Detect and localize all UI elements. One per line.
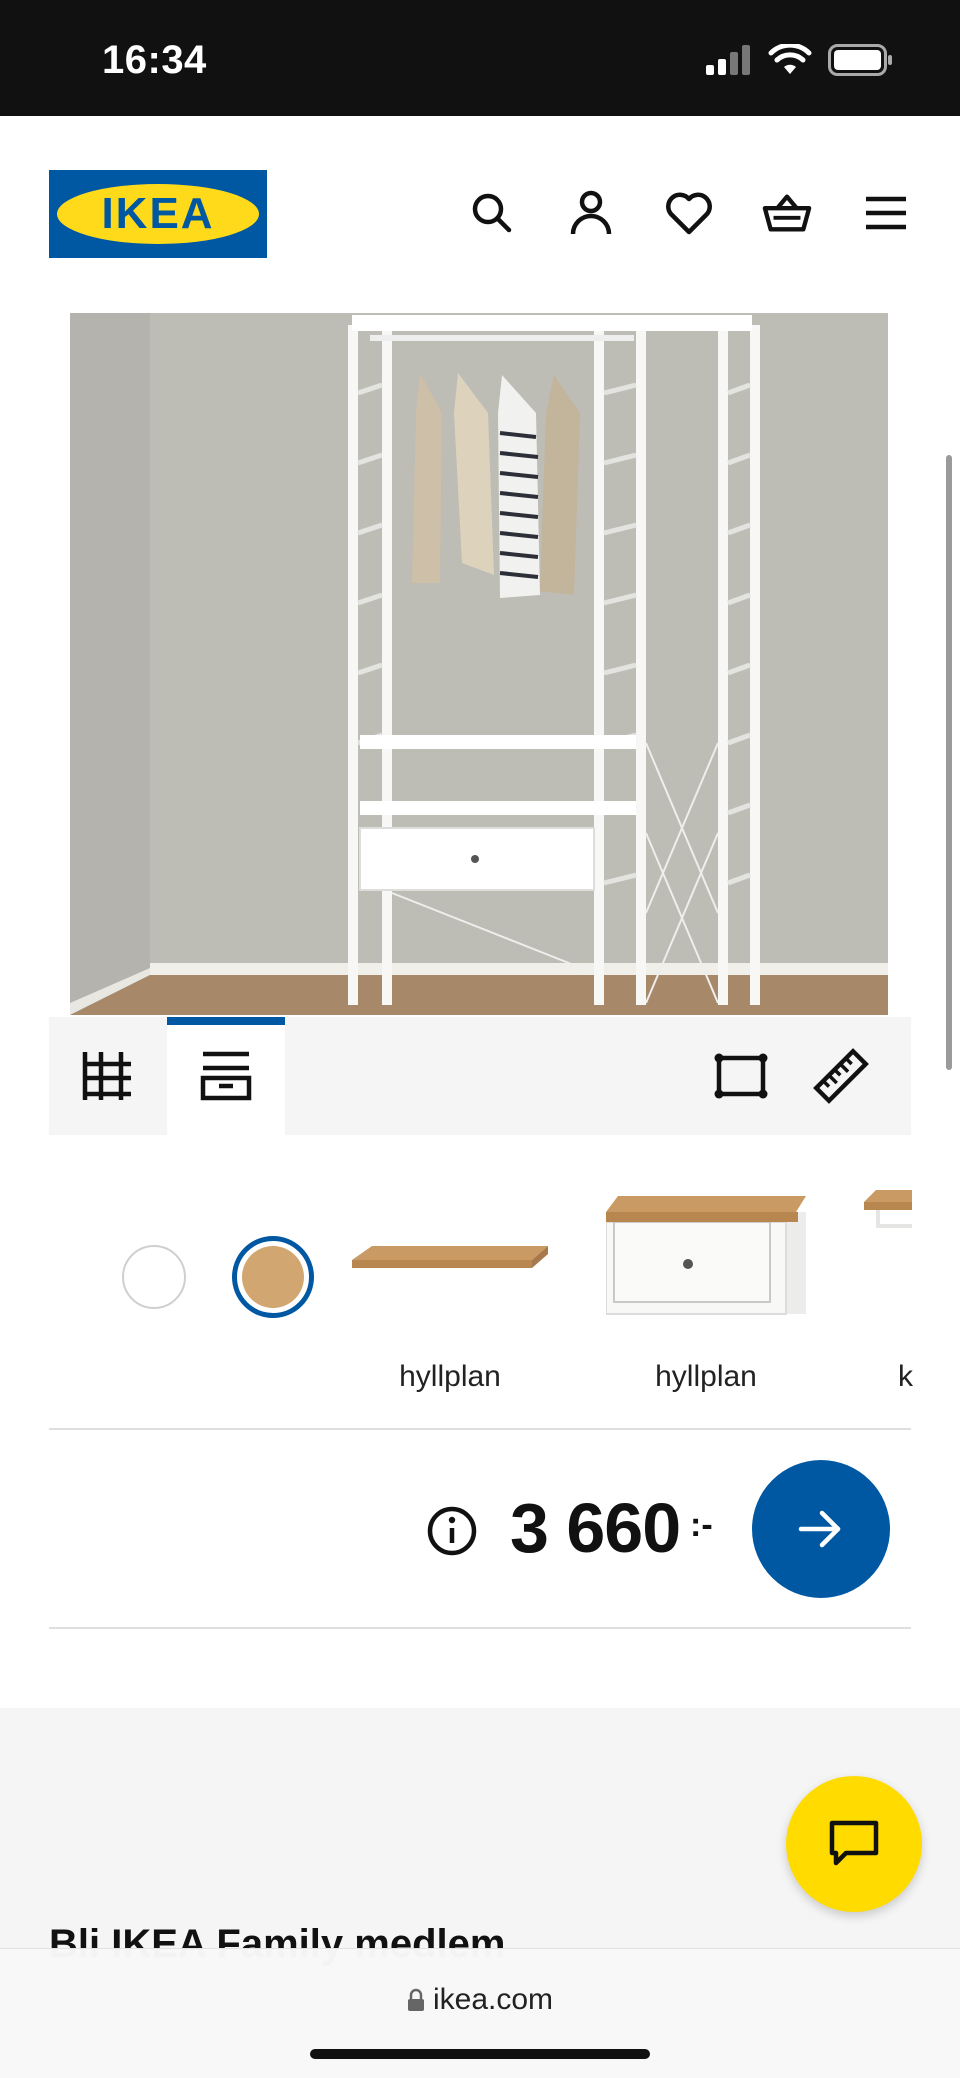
divider [49, 1627, 911, 1629]
next-button[interactable] [752, 1460, 890, 1598]
browser-url-bar[interactable]: ikea.com [0, 1948, 960, 2078]
product-thumb-drawer-shelf[interactable] [606, 1194, 806, 1318]
divider [49, 1428, 911, 1430]
menu-icon[interactable] [861, 188, 911, 238]
search-icon[interactable] [467, 188, 517, 238]
price-suffix: :- [690, 1506, 713, 1544]
arrow-right-icon [798, 1510, 841, 1548]
color-swatch-oak[interactable] [232, 1236, 314, 1318]
view-toolbar [49, 1017, 911, 1135]
home-indicator [310, 2049, 650, 2059]
account-icon[interactable] [566, 188, 616, 238]
chat-icon [829, 1820, 879, 1866]
basket-icon[interactable] [762, 188, 812, 238]
frame-view-icon [82, 1052, 131, 1100]
product-label: hyllplan [399, 1360, 501, 1393]
site-header: IKEA [0, 116, 960, 306]
product-label: hyllplan [655, 1360, 757, 1393]
logo-oval: IKEA [57, 184, 259, 244]
frame-dimensions-button[interactable] [691, 1017, 791, 1135]
color-swatch-white[interactable] [122, 1245, 186, 1309]
shelf-drawer-view-icon [200, 1051, 252, 1101]
status-time: 16:34 [102, 38, 207, 82]
lock-icon [407, 1988, 424, 2011]
page: 16:34 IKEA hyllplan hyllplan k 3 660:- … [0, 0, 960, 2078]
signal-icon [706, 45, 750, 75]
tab-shelf-drawer-view[interactable] [167, 1017, 285, 1135]
logo-text: IKEA [101, 189, 215, 238]
wifi-icon [768, 44, 812, 74]
url-display[interactable]: ikea.com [0, 1983, 960, 2017]
wardrobe-illustration [70, 313, 888, 1015]
product-label: k [898, 1360, 913, 1393]
ikea-logo[interactable]: IKEA [49, 170, 267, 258]
product-thumb-shelf[interactable] [352, 1238, 548, 1272]
heart-icon[interactable] [664, 188, 714, 238]
frame-dimensions-icon [714, 1053, 768, 1099]
scrollbar[interactable] [946, 455, 952, 1070]
info-icon[interactable] [426, 1505, 478, 1557]
url-text: ikea.com [432, 1983, 554, 2016]
ruler-icon [813, 1048, 869, 1104]
oak-swatch-fill [242, 1246, 304, 1308]
measure-button[interactable] [791, 1017, 891, 1135]
product-thumb-partial[interactable] [862, 1188, 912, 1238]
battery-icon [828, 44, 892, 76]
tab-frame-view[interactable] [49, 1017, 167, 1135]
chat-button[interactable] [786, 1776, 922, 1912]
status-bar: 16:34 [0, 0, 960, 116]
product-image[interactable] [70, 313, 888, 1015]
status-icons [704, 44, 894, 76]
price-amount: 3 660 [510, 1489, 681, 1567]
